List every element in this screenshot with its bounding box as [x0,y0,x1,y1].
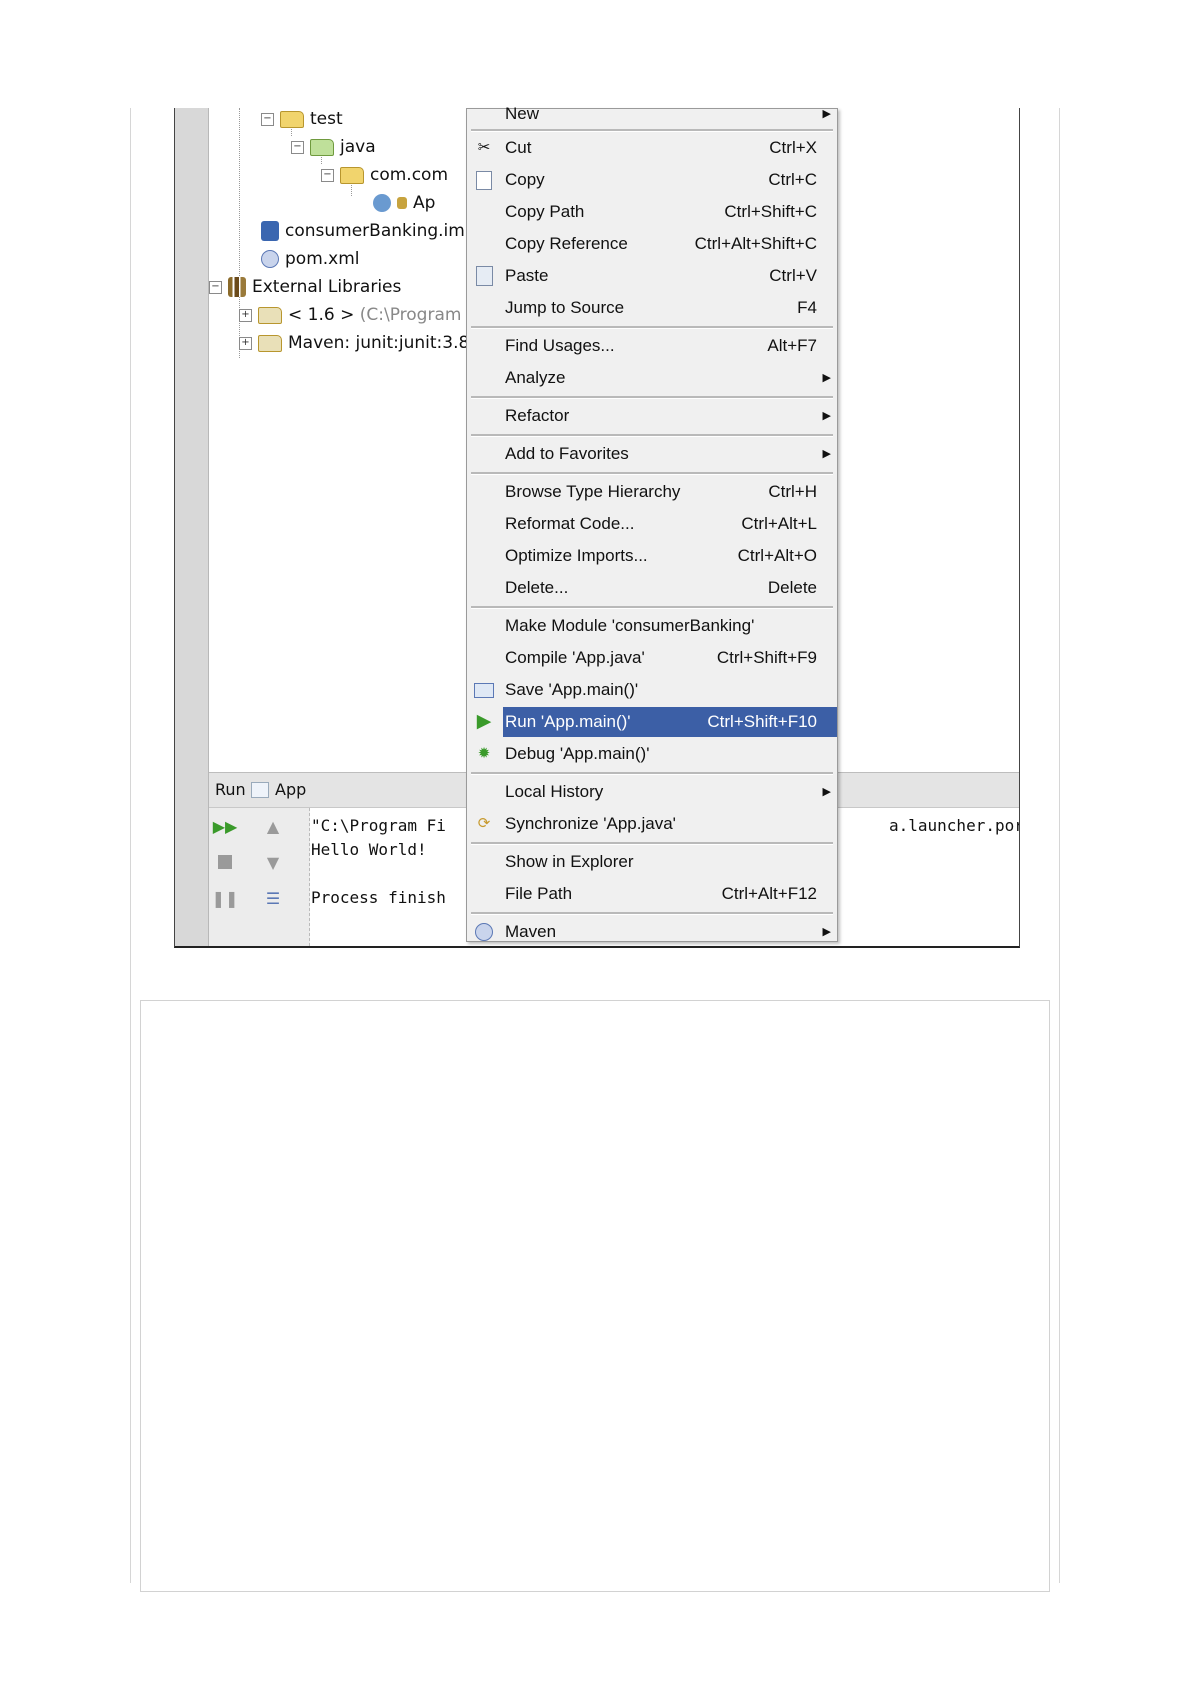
module-file-icon [261,221,279,241]
menu-separator [471,912,833,915]
menu-item-make-module[interactable]: Make Module 'consumerBanking' [467,611,837,641]
scissors-icon: ✂ [477,139,491,156]
copy-icon [473,170,495,190]
menu-item-maven[interactable]: Maven ▶ [467,917,837,947]
rerun-icon[interactable]: ▶▶ [213,816,238,836]
tree-item-iml-file[interactable]: consumerBanking.im [261,218,465,244]
menu-item-copy[interactable]: Copy Ctrl+C [467,165,837,195]
console-line: "C:\Program Fi [311,816,446,835]
tool-window-gutter [175,108,209,946]
tree-item-java[interactable]: − java [291,134,376,160]
submenu-arrow-icon: ▶ [822,108,831,120]
expand-icon[interactable]: + [239,308,252,322]
console-line: Hello World! [311,840,427,859]
folder-icon [280,110,304,128]
collapse-icon[interactable]: − [321,168,334,182]
soft-wrap-icon[interactable]: ☰ [263,888,283,908]
tree-item-external-libraries[interactable]: − External Libraries [209,274,401,300]
menu-item-copy-path[interactable]: Copy Path Ctrl+Shift+C [467,197,837,227]
menu-item-debug[interactable]: ✹ Debug 'App.main()' [467,739,837,769]
menu-separator [471,842,833,845]
menu-item-copy-reference[interactable]: Copy Reference Ctrl+Alt+Shift+C [467,229,837,259]
library-icon [258,334,282,352]
tree-item-pom[interactable]: pom.xml [261,246,360,272]
menu-separator [471,129,833,132]
arrow-down-icon[interactable]: ▼ [263,852,283,872]
test-folder-icon [310,138,334,156]
menu-item-save-config[interactable]: Save 'App.main()' [467,675,837,705]
menu-separator [471,434,833,437]
collapse-icon[interactable]: − [291,140,304,154]
menu-item-cut[interactable]: ✂ Cut Ctrl+X [467,133,837,163]
sync-icon: ⟳ [477,815,491,832]
paste-icon [473,266,495,286]
menu-item-add-to-favorites[interactable]: Add to Favorites ▶ [467,439,837,469]
jdk-icon [258,306,282,324]
lock-icon [397,197,407,209]
debug-icon: ✹ [477,745,491,762]
arrow-up-icon[interactable]: ▲ [263,816,283,836]
tree-item-test[interactable]: − test [261,108,343,132]
run-title: Run [215,780,246,799]
menu-item-refactor[interactable]: Refactor ▶ [467,401,837,431]
menu-item-synchronize[interactable]: ⟳ Synchronize 'App.java' [467,809,837,839]
expand-icon[interactable]: + [239,336,252,350]
tree-item-junit[interactable]: + Maven: junit:junit:3.8 [239,330,469,356]
package-icon [340,166,364,184]
menu-item-browse-type-hierarchy[interactable]: Browse Type Hierarchy Ctrl+H [467,477,837,507]
submenu-arrow-icon: ▶ [822,448,831,460]
run-icon: ▶ [476,711,492,732]
submenu-arrow-icon: ▶ [822,410,831,422]
pause-icon[interactable]: ❚❚ [212,888,239,908]
menu-item-delete[interactable]: Delete... Delete [467,573,837,603]
menu-item-analyze[interactable]: Analyze ▶ [467,363,837,393]
menu-item-file-path[interactable]: File Path Ctrl+Alt+F12 [467,879,837,909]
collapse-icon[interactable]: − [261,112,274,126]
menu-item-paste[interactable]: Paste Ctrl+V [467,261,837,291]
menu-item-new[interactable]: New ▶ [467,99,837,129]
submenu-arrow-icon: ▶ [822,926,831,938]
class-icon [373,194,391,212]
console-line: Process finish [311,888,446,907]
save-config-icon [473,680,495,700]
menu-separator [471,772,833,775]
run-tab-app[interactable]: App [275,773,306,807]
menu-item-local-history[interactable]: Local History ▶ [467,777,837,807]
collapse-icon[interactable]: − [209,280,222,294]
menu-item-compile[interactable]: Compile 'App.java' Ctrl+Shift+F9 [467,643,837,673]
menu-separator [471,326,833,329]
submenu-arrow-icon: ▶ [822,372,831,384]
menu-item-jump-to-source[interactable]: Jump to Source F4 [467,293,837,323]
menu-item-optimize-imports[interactable]: Optimize Imports... Ctrl+Alt+O [467,541,837,571]
project-tree: − test − java − com.com Ap consumerBanking.… [209,108,499,772]
menu-item-reformat-code[interactable]: Reformat Code... Ctrl+Alt+L [467,509,837,539]
stop-icon[interactable] [215,852,235,872]
menu-item-find-usages[interactable]: Find Usages... Alt+F7 [467,331,837,361]
menu-separator [471,396,833,399]
run-toolbar: ▶▶ ▲ ▼ ❚❚ ☰ [209,808,310,946]
empty-content-box [140,1000,1050,1592]
submenu-arrow-icon: ▶ [822,786,831,798]
maven-file-icon [261,250,279,268]
menu-separator [471,472,833,475]
tree-item-package[interactable]: − com.com [321,162,448,188]
libraries-icon [228,277,246,297]
tree-item-app-class[interactable]: Ap [373,190,435,216]
context-menu: New ▶ ✂ Cut Ctrl+X Copy Ctrl+C Copy Path Ctrl… [466,104,838,942]
maven-icon [473,922,495,942]
menu-separator [471,606,833,609]
console-line: a.launcher.port= [889,816,1019,835]
tree-item-jdk[interactable]: + < 1.6 > (C:\Program [239,302,461,328]
menu-item-show-in-explorer[interactable]: Show in Explorer [467,847,837,877]
app-tab-icon [251,782,269,798]
menu-item-run[interactable]: ▶ Run 'App.main()' Ctrl+Shift+F10 [467,707,837,737]
